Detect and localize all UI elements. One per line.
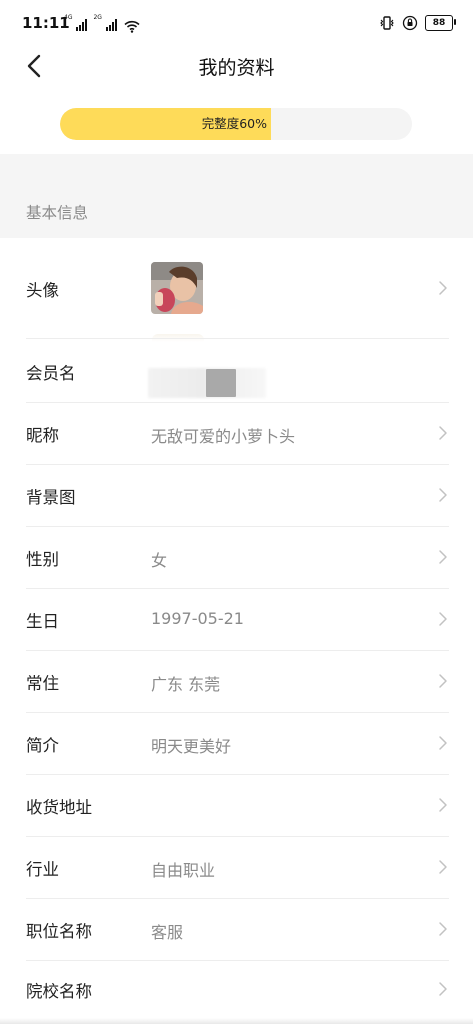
signal-indicators: 4G 2G — [64, 14, 140, 33]
page-title: 我的资料 — [198, 57, 275, 79]
vibrate-icon — [379, 15, 395, 31]
chevron-right-icon — [439, 982, 447, 996]
row-nickname[interactable]: 昵称 无敌可爱的小萝卜头 — [0, 402, 473, 464]
row-label-gender: 性别 — [26, 550, 59, 569]
row-value-residence: 广东 东莞 — [151, 675, 221, 694]
chevron-right-icon — [439, 426, 447, 440]
chevron-right-icon — [439, 550, 447, 564]
chevron-right-icon — [439, 922, 447, 936]
row-label-bio: 简介 — [26, 736, 59, 755]
battery-icon: 88 — [425, 15, 456, 31]
completeness-label: 完整度60% — [201, 116, 267, 131]
status-time: 11:11 — [22, 14, 70, 32]
chevron-right-icon — [439, 798, 447, 812]
row-label-birthday: 生日 — [26, 612, 59, 631]
signal-1-label: 4G — [64, 14, 73, 21]
app-header: 我的资料 — [0, 44, 473, 88]
section-background — [0, 154, 473, 238]
row-label-shipping-address: 收货地址 — [26, 798, 92, 817]
row-school[interactable]: 院校名称 — [0, 960, 473, 1020]
row-value-job-title: 客服 — [151, 923, 184, 942]
row-label-job-title: 职位名称 — [26, 922, 92, 941]
row-value-birthday: 1997-05-21 — [151, 609, 244, 628]
chevron-right-icon — [439, 736, 447, 750]
row-value-nickname: 无敌可爱的小萝卜头 — [151, 427, 296, 446]
section-title-basic-info: 基本信息 — [26, 204, 89, 222]
row-label-background-image: 背景图 — [26, 488, 76, 507]
row-residence[interactable]: 常住 广东 东莞 — [0, 650, 473, 712]
row-label-avatar: 头像 — [26, 281, 59, 300]
row-label-nickname: 昵称 — [26, 426, 59, 445]
status-right-icons: 88 — [379, 14, 456, 32]
row-birthday[interactable]: 生日 1997-05-21 — [0, 588, 473, 650]
bottom-edge — [0, 1018, 473, 1024]
chevron-right-icon — [439, 281, 447, 295]
avatar — [151, 262, 203, 314]
completeness-progress: 完整度60% — [60, 108, 412, 140]
row-shipping-address[interactable]: 收货地址 — [0, 774, 473, 836]
row-background-image[interactable]: 背景图 — [0, 464, 473, 526]
row-label-residence: 常住 — [26, 674, 59, 693]
signal-2-label: 2G — [93, 14, 102, 21]
row-label-school: 院校名称 — [26, 982, 92, 1001]
signal-icon — [105, 19, 117, 31]
rotation-lock-icon — [402, 15, 418, 31]
row-label-industry: 行业 — [26, 860, 59, 879]
row-value-industry: 自由职业 — [151, 861, 216, 880]
wifi-icon — [124, 18, 140, 33]
row-value-bio: 明天更美好 — [151, 737, 232, 756]
chevron-right-icon — [439, 488, 447, 502]
row-bio[interactable]: 简介 明天更美好 — [0, 712, 473, 774]
row-label-member-name: 会员名 — [26, 364, 76, 383]
row-industry[interactable]: 行业 自由职业 — [0, 836, 473, 898]
chevron-right-icon — [439, 860, 447, 874]
row-member-name: 会员名 — [0, 338, 473, 402]
status-bar: 11:11 4G 2G 88 — [0, 0, 473, 44]
row-value-gender: 女 — [151, 551, 168, 570]
chevron-right-icon — [439, 674, 447, 688]
signal-icon — [76, 19, 88, 31]
row-avatar[interactable]: 头像 — [0, 238, 473, 342]
member-name-redacted-block — [206, 369, 236, 397]
row-job-title[interactable]: 职位名称 客服 — [0, 898, 473, 960]
row-gender[interactable]: 性别 女 — [0, 526, 473, 588]
chevron-right-icon — [439, 612, 447, 626]
